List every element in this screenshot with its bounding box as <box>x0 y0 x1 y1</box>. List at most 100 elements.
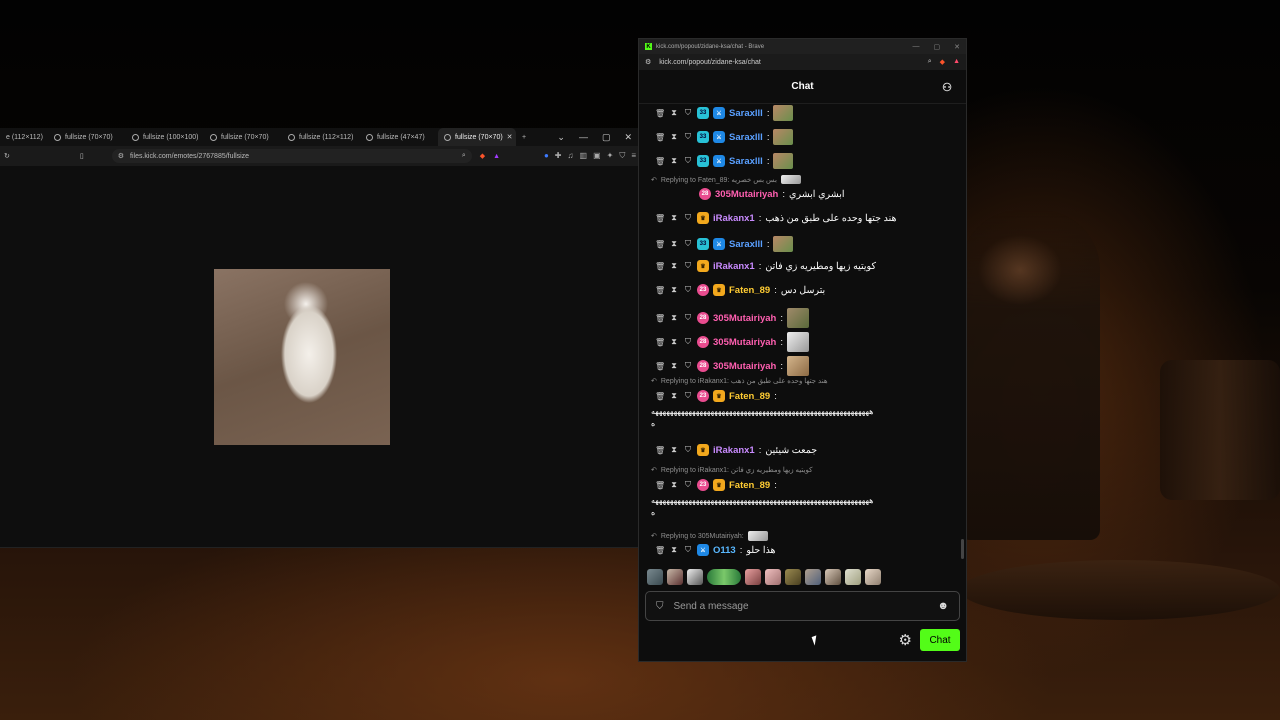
chevron-down-icon[interactable]: ⌄ <box>557 132 565 143</box>
emote-button[interactable] <box>687 569 703 585</box>
timeout-icon[interactable]: ⧗ <box>669 132 679 142</box>
username[interactable]: Faten_89 <box>729 391 770 402</box>
vpn-icon[interactable]: ⛉ <box>619 151 625 161</box>
close-icon[interactable]: ✕ <box>624 132 632 143</box>
new-tab-button[interactable]: + <box>516 128 536 146</box>
tab[interactable]: fullsize (112×112) <box>282 128 360 146</box>
username[interactable]: 305Mutairiyah <box>715 189 778 200</box>
trash-icon[interactable]: 🗑 <box>655 214 665 223</box>
timeout-icon[interactable]: ⧗ <box>669 337 679 347</box>
emote-button[interactable] <box>825 569 841 585</box>
shield-icon[interactable]: ⛉ <box>683 337 693 347</box>
emoji-icon[interactable]: ☻ <box>937 600 949 612</box>
emote-button[interactable] <box>667 569 683 585</box>
trash-icon[interactable]: 🗑 <box>655 481 665 490</box>
username[interactable]: 305Mutairiyah <box>713 337 776 348</box>
emote-button[interactable] <box>745 569 761 585</box>
tab[interactable]: fullsize (70×70) <box>48 128 126 146</box>
emote-button[interactable] <box>647 569 663 585</box>
trash-icon[interactable]: 🗑 <box>655 314 665 323</box>
username[interactable]: Saraxlll <box>729 132 763 143</box>
timeout-icon[interactable]: ⧗ <box>669 545 679 555</box>
timeout-icon[interactable]: ⧗ <box>669 361 679 371</box>
scrollbar[interactable] <box>961 539 964 559</box>
zoom-icon[interactable]: ⌕ <box>462 152 466 160</box>
username[interactable]: 305Mutairiyah <box>713 361 776 372</box>
gear-icon[interactable]: ⚙ <box>899 631 912 649</box>
menu-icon[interactable]: ≡ <box>631 151 636 161</box>
tab[interactable]: e (112×112) <box>0 128 48 146</box>
timeout-icon[interactable]: ⧗ <box>669 156 679 166</box>
timeout-icon[interactable]: ⧗ <box>669 261 679 271</box>
trash-icon[interactable]: 🗑 <box>655 240 665 249</box>
shield-icon[interactable]: ⛉ <box>683 213 693 223</box>
tab-active[interactable]: fullsize (70×70) ✕ <box>438 128 516 146</box>
zoom-icon[interactable]: ⌕ <box>928 58 932 66</box>
timeout-icon[interactable]: ⧗ <box>669 239 679 249</box>
brave-shield-icon[interactable]: ◆ <box>480 152 485 160</box>
site-info-icon[interactable]: ⚙ <box>645 58 651 66</box>
trash-icon[interactable]: 🗑 <box>655 392 665 401</box>
close-icon[interactable]: ✕ <box>954 43 960 51</box>
reply-context[interactable]: ↶ Replying to iRakanx1: هند جتها وحده عل… <box>651 377 828 385</box>
shield-icon[interactable]: ⛉ <box>683 239 693 249</box>
maximize-icon[interactable]: ▢ <box>602 132 611 143</box>
close-tab-icon[interactable]: ✕ <box>507 133 513 141</box>
timeout-icon[interactable]: ⧗ <box>669 213 679 223</box>
username[interactable]: iRakanx1 <box>713 445 755 456</box>
minimize-icon[interactable]: — <box>913 43 920 51</box>
shield-icon[interactable]: ⛉ <box>683 132 693 142</box>
trash-icon[interactable]: 🗑 <box>655 133 665 142</box>
shield-icon[interactable]: ⛉ <box>683 313 693 323</box>
sidebar-icon[interactable]: ▥ <box>580 151 588 161</box>
leo-icon[interactable]: ✦ <box>607 151 614 161</box>
shield-icon[interactable]: ⛉ <box>683 545 693 555</box>
tab[interactable]: fullsize (47×47) <box>360 128 438 146</box>
timeout-icon[interactable]: ⧗ <box>669 108 679 118</box>
timeout-icon[interactable]: ⧗ <box>669 285 679 295</box>
trash-icon[interactable]: 🗑 <box>655 262 665 271</box>
tab[interactable]: fullsize (100×100) <box>126 128 204 146</box>
tab[interactable]: fullsize (70×70) <box>204 128 282 146</box>
trash-icon[interactable]: 🗑 <box>655 338 665 347</box>
site-info-icon[interactable]: ⚙ <box>118 152 124 160</box>
shield-icon[interactable]: ⛉ <box>683 445 693 455</box>
shield-icon[interactable]: ⛉ <box>683 108 693 118</box>
username[interactable]: iRakanx1 <box>713 213 755 224</box>
reply-context[interactable]: ↶ Replying to 305Mutairiyah: <box>651 531 768 541</box>
minimize-icon[interactable]: — <box>579 132 588 142</box>
username[interactable]: 305Mutairiyah <box>713 313 776 324</box>
username[interactable]: O113 <box>713 545 736 556</box>
shield-icon[interactable]: ⛉ <box>683 391 693 401</box>
reply-context[interactable]: ↶ Replying to Faten_89: بس بس خصريه <box>651 175 801 184</box>
trash-icon[interactable]: 🗑 <box>655 109 665 118</box>
emote-button[interactable] <box>785 569 801 585</box>
extension-icon[interactable]: ● <box>544 151 549 161</box>
users-icon[interactable]: ⚇ <box>942 81 952 94</box>
username[interactable]: Saraxlll <box>729 239 763 250</box>
message-input[interactable] <box>673 600 928 612</box>
bookmark-icon[interactable]: ▯ <box>80 152 84 160</box>
timeout-icon[interactable]: ⧗ <box>669 480 679 490</box>
emote-button[interactable] <box>707 569 741 585</box>
trash-icon[interactable]: 🗑 <box>655 446 665 455</box>
trash-icon[interactable]: 🗑 <box>655 157 665 166</box>
username[interactable]: Faten_89 <box>729 285 770 296</box>
rewards-icon[interactable]: ▲ <box>953 58 960 66</box>
emote-button[interactable] <box>805 569 821 585</box>
shield-icon[interactable]: ⛉ <box>683 480 693 490</box>
reply-context[interactable]: ↶ Replying to iRakanx1: كويتيه زيها ومطي… <box>651 466 812 474</box>
music-icon[interactable]: ♫ <box>568 151 574 161</box>
address-bar[interactable]: ⚙ files.kick.com/emotes/2767885/fullsize… <box>111 149 472 163</box>
timeout-icon[interactable]: ⧗ <box>669 313 679 323</box>
shield-icon[interactable]: ⛉ <box>683 361 693 371</box>
emote-button[interactable] <box>865 569 881 585</box>
username[interactable]: iRakanx1 <box>713 261 755 272</box>
shield-icon[interactable]: ⛉ <box>683 261 693 271</box>
url-text[interactable]: kick.com/popout/zidane-ksa/chat <box>659 59 761 66</box>
brave-shield-icon[interactable]: ◆ <box>940 58 945 66</box>
maximize-icon[interactable]: ▢ <box>934 43 941 51</box>
shield-icon[interactable]: ⛉ <box>683 156 693 166</box>
username[interactable]: Faten_89 <box>729 480 770 491</box>
send-chat-button[interactable]: Chat <box>920 629 960 651</box>
